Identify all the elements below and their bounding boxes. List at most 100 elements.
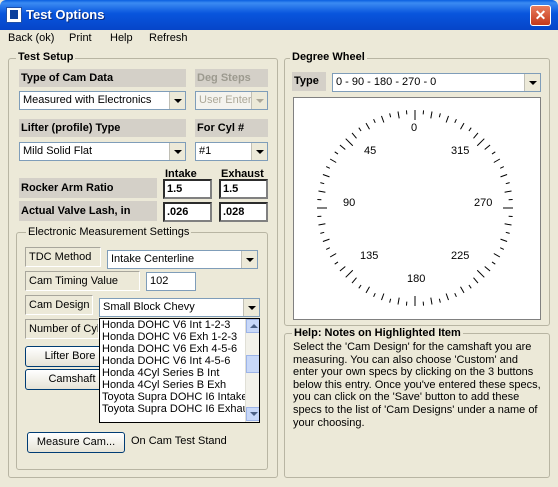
menu-help[interactable]: Help <box>110 32 133 44</box>
wheel-tick <box>329 253 337 258</box>
tdc-method-label: TDC Method <box>25 247 101 267</box>
test-setup-title: Test Setup <box>16 51 76 63</box>
close-button[interactable]: ✕ <box>530 5 551 26</box>
wheel-tick <box>397 111 400 119</box>
wheel-tick <box>381 293 385 301</box>
window-title: Test Options <box>26 7 105 22</box>
camshaft-button[interactable]: Camshaft <box>25 369 103 390</box>
wheel-tick <box>473 132 479 139</box>
list-item[interactable]: Toyota Supra DOHC I6 Exhaust <box>100 403 245 415</box>
wheel-type-select[interactable]: 0 - 90 - 180 - 270 - 0 <box>332 73 541 92</box>
chevron-down-icon[interactable] <box>251 143 267 160</box>
lifter-type-value: Mild Solid Flat <box>23 145 93 157</box>
wheel-tick <box>504 190 512 193</box>
wheel-tick <box>318 223 326 226</box>
wheel-tick <box>325 166 331 169</box>
wheel-tick <box>454 292 457 298</box>
cam-timing-field[interactable]: 102 <box>146 272 196 291</box>
wheel-label-225: 225 <box>451 250 470 262</box>
wheel-tick <box>325 247 331 250</box>
list-item[interactable]: Honda DOHC V6 Exh 4-5-6 <box>100 343 245 355</box>
cam-timing-label: Cam Timing Value <box>25 271 140 291</box>
cam-timing-value: 102 <box>150 275 169 287</box>
wheel-tick <box>373 118 376 124</box>
wheel-label-135: 135 <box>360 250 379 262</box>
wheel-tick <box>484 144 491 150</box>
wheel-tick <box>473 277 479 284</box>
list-item[interactable]: Honda DOHC V6 Exh 1-2-3 <box>100 331 245 343</box>
wheel-tick <box>505 231 510 234</box>
chevron-down-icon[interactable] <box>241 251 257 268</box>
wheel-tick <box>493 158 501 163</box>
menu-print[interactable]: Print <box>69 32 92 44</box>
wheel-tick <box>438 298 441 303</box>
cam-data-value: Measured with Electronics <box>23 94 152 106</box>
scroll-up-icon[interactable] <box>246 319 259 333</box>
wheel-tick <box>329 158 337 163</box>
wheel-tick <box>365 122 370 130</box>
help-title: Help: Notes on Highlighted Item <box>292 327 463 339</box>
wheel-tick <box>389 298 392 303</box>
electronic-settings-title: Electronic Measurement Settings <box>26 226 192 238</box>
wheel-tick <box>320 182 325 185</box>
cam-design-dropdown-list[interactable]: Honda DOHC V6 Int 1-2-3 Honda DOHC V6 Ex… <box>99 318 260 423</box>
tdc-method-value: Intake Centerline <box>111 253 195 265</box>
wheel-tick <box>373 292 376 298</box>
list-item[interactable]: Honda 4Cyl Series B Exh <box>100 379 245 391</box>
deg-steps-label: Deg Steps <box>195 69 268 87</box>
cyl-value: #1 <box>199 145 212 157</box>
list-item[interactable]: Toyota Supra DOHC I6 Intake <box>100 391 245 403</box>
wheel-label-45: 45 <box>364 145 377 157</box>
wheel-tick <box>397 297 400 305</box>
list-item[interactable]: Honda DOHC V6 Int 1-2-3 <box>100 319 245 331</box>
wheel-label-90: 90 <box>343 197 356 209</box>
scroll-thumb[interactable] <box>246 355 259 373</box>
chevron-down-icon[interactable] <box>524 74 540 91</box>
cam-design-value: Small Block Chevy <box>103 301 195 313</box>
wheel-type-label: Type <box>292 72 326 91</box>
lash-intake-field[interactable]: .026 <box>163 202 212 222</box>
app-icon <box>6 7 22 23</box>
list-scrollbar[interactable] <box>245 319 259 422</box>
menu-refresh[interactable]: Refresh <box>149 32 188 44</box>
chevron-down-icon[interactable] <box>169 92 185 109</box>
num-cylinders-label: Number of Cylin <box>25 319 99 339</box>
wheel-tick <box>493 253 501 258</box>
lash-exhaust-field[interactable]: .028 <box>219 202 268 222</box>
cam-test-stand-label: On Cam Test Stand <box>131 435 227 447</box>
cam-data-select[interactable]: Measured with Electronics <box>19 91 186 110</box>
list-item[interactable]: Honda 4Cyl Series B Int <box>100 367 245 379</box>
rocker-exhaust-field[interactable]: 1.5 <box>219 179 268 199</box>
lifter-type-select[interactable]: Mild Solid Flat <box>19 142 186 161</box>
wheel-tick <box>491 261 496 265</box>
list-item[interactable]: Honda DOHC V6 Int 4-5-6 <box>100 355 245 367</box>
measure-cam-button[interactable]: Measure Cam... <box>27 432 125 453</box>
cyl-select[interactable]: #1 <box>195 142 268 161</box>
chevron-down-icon[interactable] <box>169 143 185 160</box>
test-options-window: Test Options ✕ Back (ok) Print Help Refr… <box>0 0 558 487</box>
wheel-tick <box>358 127 362 132</box>
cam-design-select[interactable]: Small Block Chevy <box>99 298 260 317</box>
wheel-tick <box>491 151 496 155</box>
wheel-tick <box>500 174 508 178</box>
wheel-tick <box>381 115 385 123</box>
wheel-tick <box>334 151 339 155</box>
help-text: Select the 'Cam Design' for the camshaft… <box>293 341 541 429</box>
wheel-tick <box>504 223 512 226</box>
menu-back[interactable]: Back (ok) <box>8 32 54 44</box>
wheel-tick <box>499 166 505 169</box>
scroll-down-icon[interactable] <box>246 407 259 421</box>
chevron-down-icon[interactable] <box>243 299 259 316</box>
wheel-tick <box>445 293 449 301</box>
wheel-tick <box>499 247 505 250</box>
wheel-tick <box>500 238 508 242</box>
wheel-tick <box>389 113 392 118</box>
lifter-bore-button[interactable]: Lifter Bore <box>25 346 103 367</box>
wheel-tick <box>320 231 325 234</box>
tdc-method-select[interactable]: Intake Centerline <box>107 250 258 269</box>
wheel-label-180: 180 <box>407 273 426 285</box>
wheel-tick <box>351 277 357 284</box>
cam-data-label: Type of Cam Data <box>19 69 186 87</box>
rocker-intake-field[interactable]: 1.5 <box>163 179 212 199</box>
wheel-tick <box>468 127 472 132</box>
